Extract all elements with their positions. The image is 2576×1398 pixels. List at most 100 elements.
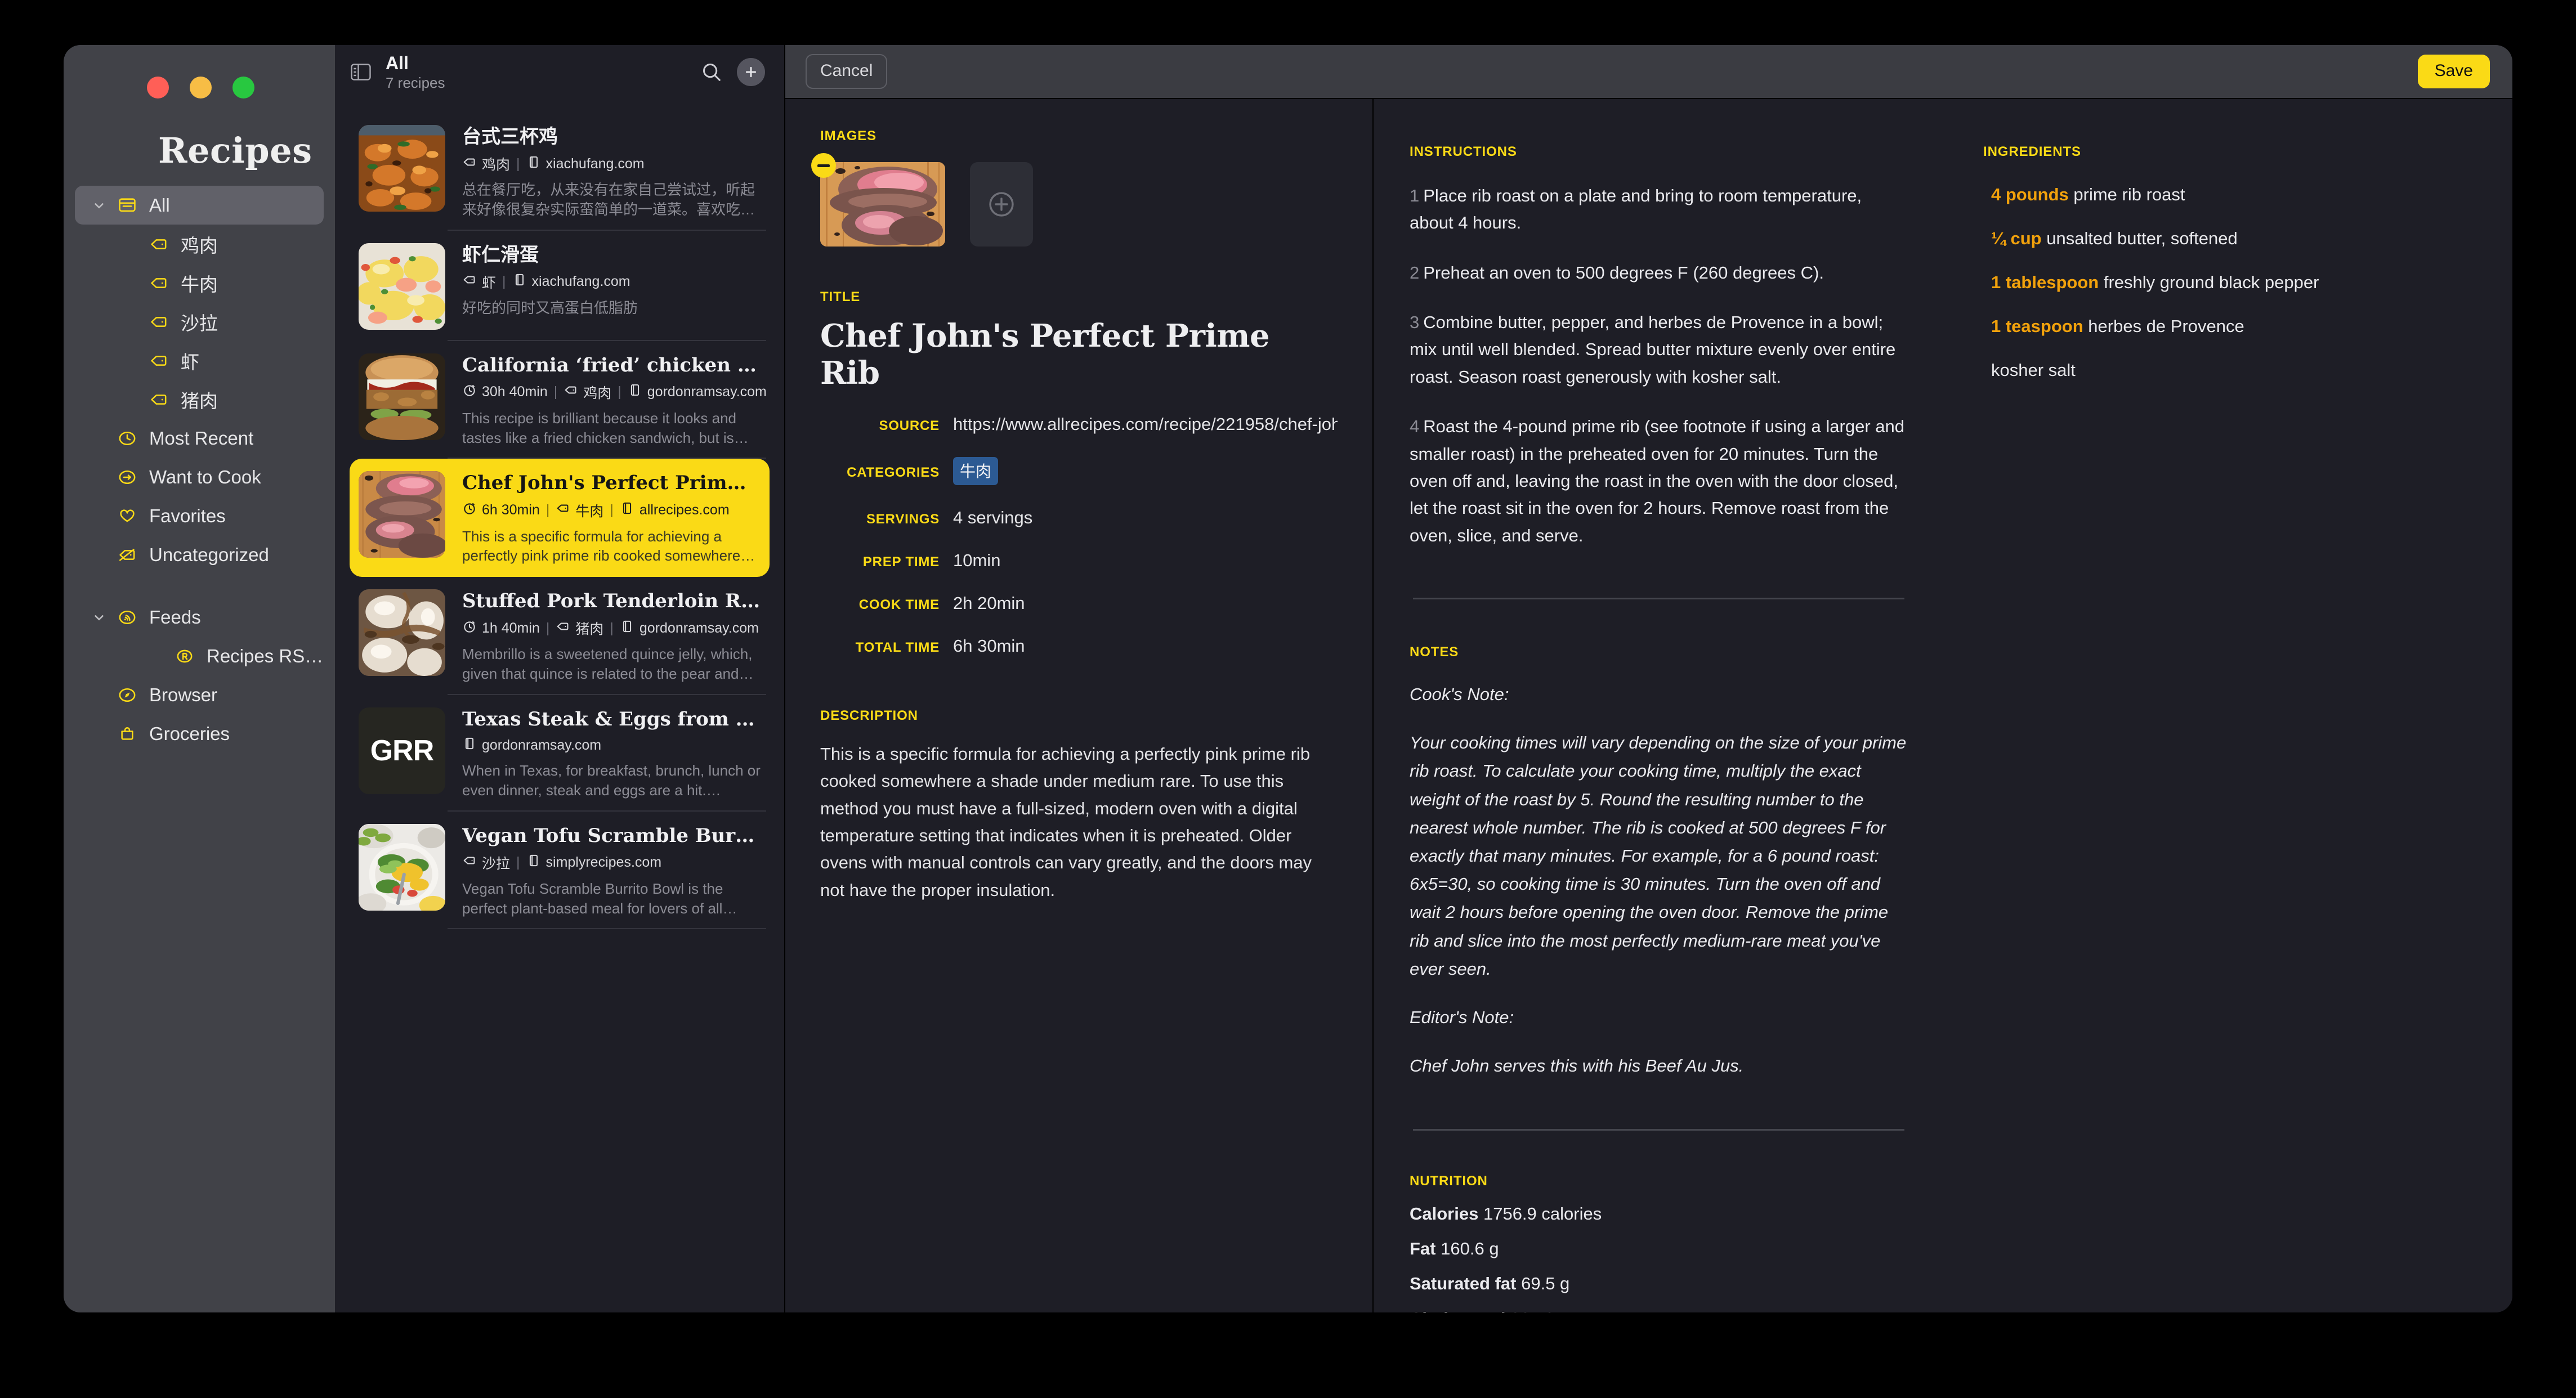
add-image-button[interactable]: [970, 162, 1033, 247]
field-value[interactable]: 6h 30min: [953, 636, 1025, 656]
field-value[interactable]: 牛肉: [953, 457, 999, 485]
zoom-window-button[interactable]: [232, 77, 254, 98]
minimize-window-button[interactable]: [190, 77, 212, 98]
recipe-source: gordonramsay.com: [647, 384, 767, 400]
instruction-step[interactable]: 2 Preheat an oven to 500 degrees F (260 d…: [1410, 259, 1908, 286]
recipe-item-meta: 虾 | xiachufang.com: [462, 272, 762, 292]
sidebar-item-All[interactable]: All: [75, 186, 324, 225]
sidebar-item-Browser[interactable]: Browser: [75, 675, 324, 714]
ingredient-row[interactable]: kosher salt: [1991, 360, 2479, 380]
field-label: SOURCE: [879, 418, 940, 433]
sidebar-item-Most Recent[interactable]: Most Recent: [75, 419, 324, 458]
desktop-background: Recipes All 鸡肉 牛肉 沙拉 虾 猪肉 Most Recent Wa…: [0, 0, 2576, 1398]
recipe-item-meta: 鸡肉 | xiachufang.com: [462, 154, 762, 174]
recipe-list-item[interactable]: 台式三杯鸡 鸡肉 | xiachufang.com 总在餐厅吃，从来没有在家自己尝试…: [335, 113, 784, 231]
recipe-thumbnail: [359, 353, 445, 440]
recipe-item-description: When in Texas, for breakfast, brunch, lu…: [462, 762, 761, 799]
notes-list: Cook's Note: Your cooking times will vary…: [1410, 680, 1908, 1081]
recipe-list-item[interactable]: 虾仁滑蛋 虾 | xiachufang.com 好吃的同时又高蛋白低脂肪: [335, 231, 784, 341]
recipe-title[interactable]: Chef John's Perfect Prime Rib: [820, 317, 1338, 392]
separator: |: [618, 384, 621, 400]
field-value[interactable]: 2h 20min: [953, 593, 1025, 613]
description-section-label: DESCRIPTION: [820, 708, 918, 723]
recipe-list-item[interactable]: GRR Texas Steak & Eggs from Scrambled go…: [335, 695, 784, 812]
step-number: 1: [1410, 186, 1420, 205]
disclosure-chevron-icon[interactable]: [86, 197, 112, 214]
category-chip[interactable]: 牛肉: [953, 457, 999, 485]
search-icon[interactable]: [701, 61, 722, 83]
recipe-list-item[interactable]: Chef John's Perfect Prime Rib 6h 30min | 牛…: [350, 459, 770, 577]
list-title: All: [386, 52, 409, 73]
sidebar-item-Groceries[interactable]: Groceries: [75, 714, 324, 753]
recipe-item-description: 好吃的同时又高蛋白低脂肪: [462, 299, 638, 316]
ingredient-row[interactable]: ¼ cup unsalted butter, softened: [1991, 228, 2479, 249]
step-number: 3: [1410, 312, 1420, 333]
sidebar-toggle-icon[interactable]: [351, 64, 371, 80]
ingredient-name: prime rib roast: [2073, 185, 2185, 204]
sidebar-item-label: 沙拉: [181, 312, 218, 334]
sidebar-item-鸡肉[interactable]: 鸡肉: [75, 225, 324, 263]
detail-field: COOK TIME 2h 20min: [820, 593, 1338, 613]
recipe-description[interactable]: This is a specific formula for achieving…: [820, 741, 1338, 904]
recipe-list-item[interactable]: Stuffed Pork Tenderloin Recipe 1h 40min |…: [335, 577, 784, 695]
remove-image-button[interactable]: [811, 153, 836, 178]
ingredient-row[interactable]: 1 tablespoon freshly ground black pepper: [1991, 272, 2479, 293]
instruction-step[interactable]: 4 Roast the 4-pound prime rib (see footno…: [1410, 413, 1908, 549]
compass-icon: [112, 685, 142, 705]
field-value[interactable]: 4 servings: [953, 508, 1032, 528]
note-paragraph[interactable]: Editor's Note:: [1410, 1003, 1908, 1032]
nutrition-value: 1756.9 calories: [1483, 1203, 1602, 1224]
sidebar-item-Recipes RSS Feed Nov…[interactable]: Recipes RSS Feed Nov…: [75, 637, 324, 675]
recipe-item-title: 台式三杯鸡: [462, 126, 558, 148]
detail-middle-column: INSTRUCTIONS 1 Place rib roast on a plate…: [1374, 99, 1949, 1312]
sidebar-item-Want to Cook[interactable]: Want to Cook: [75, 458, 324, 496]
sidebar-item-Feeds[interactable]: Feeds: [75, 598, 324, 637]
recipe-image-thumbnail[interactable]: [811, 153, 945, 247]
recipe-item-title: 虾仁滑蛋: [462, 244, 539, 266]
sidebar-item-猪肉[interactable]: 猪肉: [75, 380, 324, 419]
ingredient-quantity: 1 tablespoon: [1991, 272, 2099, 292]
images-strip: [811, 153, 1338, 247]
sidebar-item-牛肉[interactable]: 牛肉: [75, 263, 324, 302]
recipe-item-title: Stuffed Pork Tenderloin Recipe: [462, 590, 762, 612]
clock-icon: [462, 383, 477, 401]
field-value[interactable]: 10min: [953, 550, 1000, 571]
recipe-list-item[interactable]: Vegan Tofu Scramble Burrito Bowl 沙拉 | simp…: [335, 812, 784, 930]
add-recipe-button[interactable]: [737, 58, 765, 86]
ingredient-row[interactable]: 4 pounds prime rib roast: [1991, 185, 2479, 205]
nutrition-row: Cholesterol 361.6 mg: [1410, 1309, 1908, 1312]
app-title: Recipes: [158, 130, 312, 171]
sidebar-item-Favorites[interactable]: Favorites: [75, 496, 324, 535]
sidebar-item-虾[interactable]: 虾: [75, 341, 324, 380]
sidebar-item-Uncategorized[interactable]: Uncategorized: [75, 535, 324, 574]
tag-icon: [144, 274, 174, 293]
tag-icon: [462, 272, 477, 291]
disclosure-chevron-icon[interactable]: [86, 609, 112, 626]
ingredient-row[interactable]: 1 teaspoon herbes de Provence: [1991, 316, 2479, 337]
instruction-step[interactable]: 1 Place rib roast on a plate and bring to…: [1410, 182, 1908, 237]
divider: [1413, 1128, 1904, 1131]
field-label: COOK TIME: [858, 597, 940, 612]
nutrition-value: 160.6 g: [1441, 1238, 1499, 1258]
recipe-category: 沙拉: [482, 855, 511, 872]
recipe-list-item[interactable]: California ‘fried’ chicken sandwich 30h …: [335, 341, 784, 459]
cancel-button[interactable]: Cancel: [806, 54, 888, 89]
field-label: TOTAL TIME: [855, 640, 940, 655]
field-value[interactable]: https://www.allrecipes.com/recipe/221958…: [953, 414, 1338, 434]
separator: |: [610, 502, 614, 518]
list-divider: [448, 928, 766, 930]
recipe-time: 6h 30min: [482, 502, 540, 518]
source-icon: [526, 155, 541, 173]
step-number: 4: [1410, 416, 1420, 437]
recipe-list[interactable]: 台式三杯鸡 鸡肉 | xiachufang.com 总在餐厅吃，从来没有在家自己尝试…: [335, 99, 784, 1312]
sidebar-item-沙拉[interactable]: 沙拉: [75, 302, 324, 341]
instruction-step[interactable]: 3 Combine butter, pepper, and herbes de P…: [1410, 309, 1908, 391]
close-window-button[interactable]: [147, 77, 169, 98]
save-button[interactable]: Save: [2417, 55, 2490, 88]
note-paragraph[interactable]: Cook's Note:: [1410, 680, 1908, 709]
recipe-thumbnail: [359, 589, 445, 676]
tag-icon: [556, 619, 570, 638]
sidebar-item-label: 鸡肉: [181, 235, 218, 256]
note-paragraph[interactable]: Your cooking times will vary depending o…: [1410, 729, 1908, 983]
note-paragraph[interactable]: Chef John serves this with his Beef Au J…: [1410, 1052, 1908, 1080]
